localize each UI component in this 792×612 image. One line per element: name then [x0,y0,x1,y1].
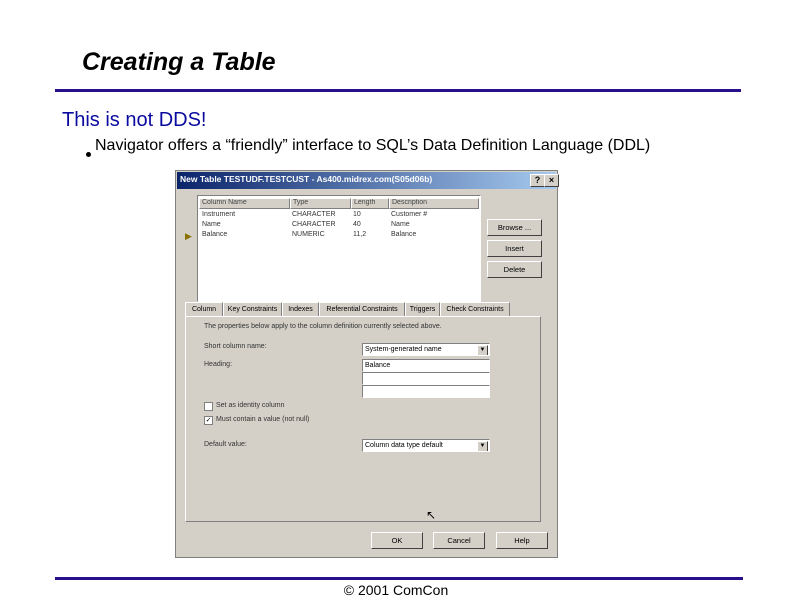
help-button[interactable]: Help [496,532,548,549]
default-value-text: Column data type default [365,442,443,449]
row-pointer-icon: ▶ [185,231,192,241]
bullet-text: Navigator offers a “friendly” interface … [95,137,651,154]
tab-key-constraints[interactable]: Key Constraints [223,302,282,317]
new-table-dialog: New Table TESTUDF.TESTCUST - As400.midre… [175,170,559,558]
title-divider [55,89,741,92]
footer-copyright: © 2001 ComCon [343,582,449,598]
heading-field-3[interactable] [362,385,490,398]
table-row-description[interactable]: Customer # [391,211,427,218]
chevron-down-icon[interactable]: ▼ [477,441,488,451]
table-row-length[interactable]: 11,2 [353,231,366,238]
table-row-length[interactable]: 40 [353,221,361,228]
panel-info-text: The properties below apply to the column… [204,323,442,330]
tab-check-constraints[interactable]: Check Constraints [440,302,510,317]
default-value-label: Default value: [204,441,247,448]
tab-referential-constraints[interactable]: Referential Constraints [319,302,405,317]
delete-button[interactable]: Delete [487,261,542,278]
heading-field-2[interactable] [362,372,490,385]
tab-column[interactable]: Column [185,302,223,317]
ok-button[interactable]: OK [371,532,423,549]
table-row-type[interactable]: NUMERIC [292,231,325,238]
table-row-length[interactable]: 10 [353,211,361,218]
slide-heading: This is not DDS! [62,109,207,131]
mouse-cursor-icon: ↖ [426,508,437,522]
identity-label: Set as identity column [216,402,285,409]
identity-checkbox[interactable] [204,402,213,411]
heading-field[interactable]: Balance [362,359,490,372]
tab-indexes[interactable]: Indexes [282,302,319,317]
tab-triggers[interactable]: Triggers [405,302,440,317]
header-type[interactable]: Type [290,198,351,209]
header-column-name[interactable]: Column Name [199,198,290,209]
column-properties-panel: The properties below apply to the column… [185,316,541,522]
bullet-icon [86,152,91,157]
heading-label: Heading: [204,361,233,368]
help-question-button[interactable]: ? [530,174,545,187]
table-row-type[interactable]: CHARACTER [292,221,336,228]
not-null-label: Must contain a value (not null) [216,416,310,423]
column-list[interactable]: Column Name Type Length Description Inst… [197,195,481,302]
slide-title: Creating a Table [82,48,276,76]
header-length[interactable]: Length [351,198,389,209]
chevron-down-icon[interactable]: ▼ [477,345,488,355]
footer-divider [55,577,743,580]
table-row-name[interactable]: Instrument [202,211,235,218]
table-row-name[interactable]: Name [202,221,221,228]
short-name-label: Short column name: [204,343,267,350]
header-description[interactable]: Description [389,198,479,209]
dialog-titlebar[interactable]: New Table TESTUDF.TESTCUST - As400.midre… [177,172,559,189]
default-value-dropdown[interactable]: Column data type default ▼ [362,439,490,452]
table-row-description[interactable]: Balance [391,231,416,238]
not-null-checkbox[interactable]: ✓ [204,416,213,425]
browse-button[interactable]: Browse ... [487,219,542,236]
short-name-value: System-generated name [365,346,442,353]
table-row-type[interactable]: CHARACTER [292,211,336,218]
cancel-button[interactable]: Cancel [433,532,485,549]
insert-button[interactable]: Insert [487,240,542,257]
short-name-dropdown[interactable]: System-generated name ▼ [362,343,490,356]
dialog-title: New Table TESTUDF.TESTCUST - As400.midre… [180,174,433,184]
close-button[interactable]: × [544,174,559,187]
table-row-description[interactable]: Name [391,221,410,228]
table-row-name[interactable]: Balance [202,231,227,238]
